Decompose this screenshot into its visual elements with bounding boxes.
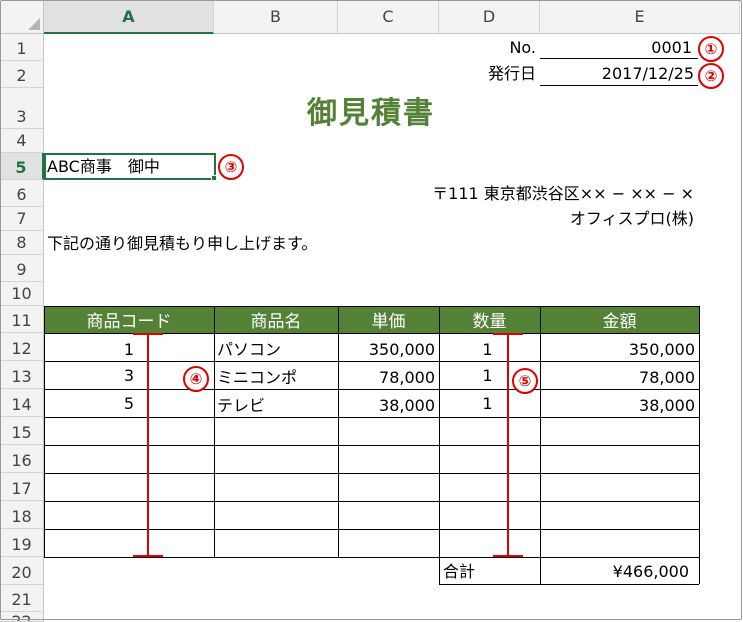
no-value[interactable]: 0001 <box>540 38 692 58</box>
table-line <box>44 417 699 418</box>
th-unit-price[interactable]: 単価 <box>338 306 439 333</box>
annotation-badge-1: ① <box>698 36 724 62</box>
total-value[interactable]: ¥466,000 <box>540 562 689 582</box>
row-header-9[interactable]: 9 <box>0 255 44 282</box>
row-header-19[interactable]: 19 <box>0 529 44 557</box>
column-header-e[interactable]: E <box>540 0 740 34</box>
row-header-12[interactable]: 12 <box>0 333 44 361</box>
cell-qty[interactable]: 1 <box>439 340 536 360</box>
date-value[interactable]: 2017/12/25 <box>540 64 694 84</box>
row-header-3[interactable]: 3 <box>0 88 44 129</box>
no-underline <box>540 58 698 59</box>
range-bracket-cap <box>133 555 163 557</box>
range-bracket-cap <box>493 333 523 335</box>
row-header-5[interactable]: 5 <box>0 153 44 180</box>
th-quantity[interactable]: 数量 <box>439 306 540 333</box>
row-header-21[interactable]: 21 <box>0 585 44 612</box>
row-header-11[interactable]: 11 <box>0 306 44 333</box>
cell-amount[interactable]: 78,000 <box>540 368 695 388</box>
date-label: 発行日 <box>487 64 536 83</box>
row-header-7[interactable]: 7 <box>0 207 44 231</box>
row-header-18[interactable]: 18 <box>0 501 44 529</box>
row-header-16[interactable]: 16 <box>0 445 44 473</box>
table-line <box>44 361 699 362</box>
row-header-4[interactable]: 4 <box>0 129 44 153</box>
cell-price[interactable]: 350,000 <box>338 340 435 360</box>
row-header-17[interactable]: 17 <box>0 473 44 501</box>
row-header-13[interactable]: 13 <box>0 361 44 389</box>
cell-code[interactable]: 5 <box>44 394 214 414</box>
range-bracket-cap <box>493 555 523 557</box>
th-product-code[interactable]: 商品コード <box>44 306 214 333</box>
annotation-badge-3: ③ <box>218 154 244 180</box>
cell-name[interactable]: ミニコンポ <box>217 368 297 388</box>
fill-handle[interactable] <box>211 175 217 181</box>
cell-qty[interactable]: 1 <box>439 394 536 414</box>
select-all-corner[interactable] <box>0 0 44 34</box>
cell-name[interactable]: パソコン <box>217 340 281 360</box>
column-header-b[interactable]: B <box>214 0 338 34</box>
row-header-10[interactable]: 10 <box>0 282 44 306</box>
annotation-badge-4: ④ <box>183 366 209 392</box>
table-line <box>44 529 699 530</box>
row-header-1[interactable]: 1 <box>0 34 44 61</box>
table-right-border <box>699 306 700 584</box>
row-header-8[interactable]: 8 <box>0 231 44 255</box>
table-line <box>44 501 699 502</box>
sender-company[interactable]: オフィスプロ(株) <box>440 209 694 229</box>
column-header-d[interactable]: D <box>439 0 540 34</box>
table-col-line <box>214 306 215 557</box>
intro-text[interactable]: 下記の通り御見積もり申し上げます。 <box>47 234 317 254</box>
select-all-triangle-icon <box>28 18 40 30</box>
range-bracket-code <box>147 333 149 556</box>
total-bottom-border <box>439 584 699 585</box>
cell-price[interactable]: 78,000 <box>338 368 435 388</box>
row-header-15[interactable]: 15 <box>0 417 44 445</box>
cell-name[interactable]: テレビ <box>217 396 265 416</box>
th-product-name[interactable]: 商品名 <box>214 306 338 333</box>
row-header-20[interactable]: 20 <box>0 557 44 585</box>
table-line <box>44 473 699 474</box>
active-cell-selection <box>44 153 216 180</box>
no-label: No. <box>509 38 536 57</box>
annotation-badge-2: ② <box>698 63 724 89</box>
cell-code[interactable]: 1 <box>44 340 214 360</box>
annotation-badge-5: ⑤ <box>512 368 538 394</box>
cell-price[interactable]: 38,000 <box>338 396 435 416</box>
column-header-a[interactable]: A <box>44 0 214 34</box>
total-label[interactable]: 合計 <box>443 562 475 582</box>
column-header-c[interactable]: C <box>338 0 439 34</box>
table-line <box>44 557 699 558</box>
range-bracket-cap <box>133 333 163 335</box>
table-line <box>44 445 699 446</box>
spreadsheet[interactable]: A B C D E 1 2 3 4 5 6 7 8 9 10 11 12 13 … <box>0 0 743 622</box>
table-line <box>44 389 699 390</box>
row-header-2[interactable]: 2 <box>0 61 44 88</box>
row-header-6[interactable]: 6 <box>0 180 44 207</box>
th-amount[interactable]: 金額 <box>540 306 699 333</box>
sender-address[interactable]: 〒111 東京都渋谷区×× − ×× − × <box>340 184 694 204</box>
table-top-border <box>44 306 699 307</box>
date-underline <box>540 85 698 86</box>
row-header-14[interactable]: 14 <box>0 389 44 417</box>
cell-amount[interactable]: 38,000 <box>540 396 695 416</box>
range-bracket-qty <box>507 333 509 556</box>
cell-amount[interactable]: 350,000 <box>540 340 695 360</box>
document-title: 御見積書 <box>307 96 435 131</box>
